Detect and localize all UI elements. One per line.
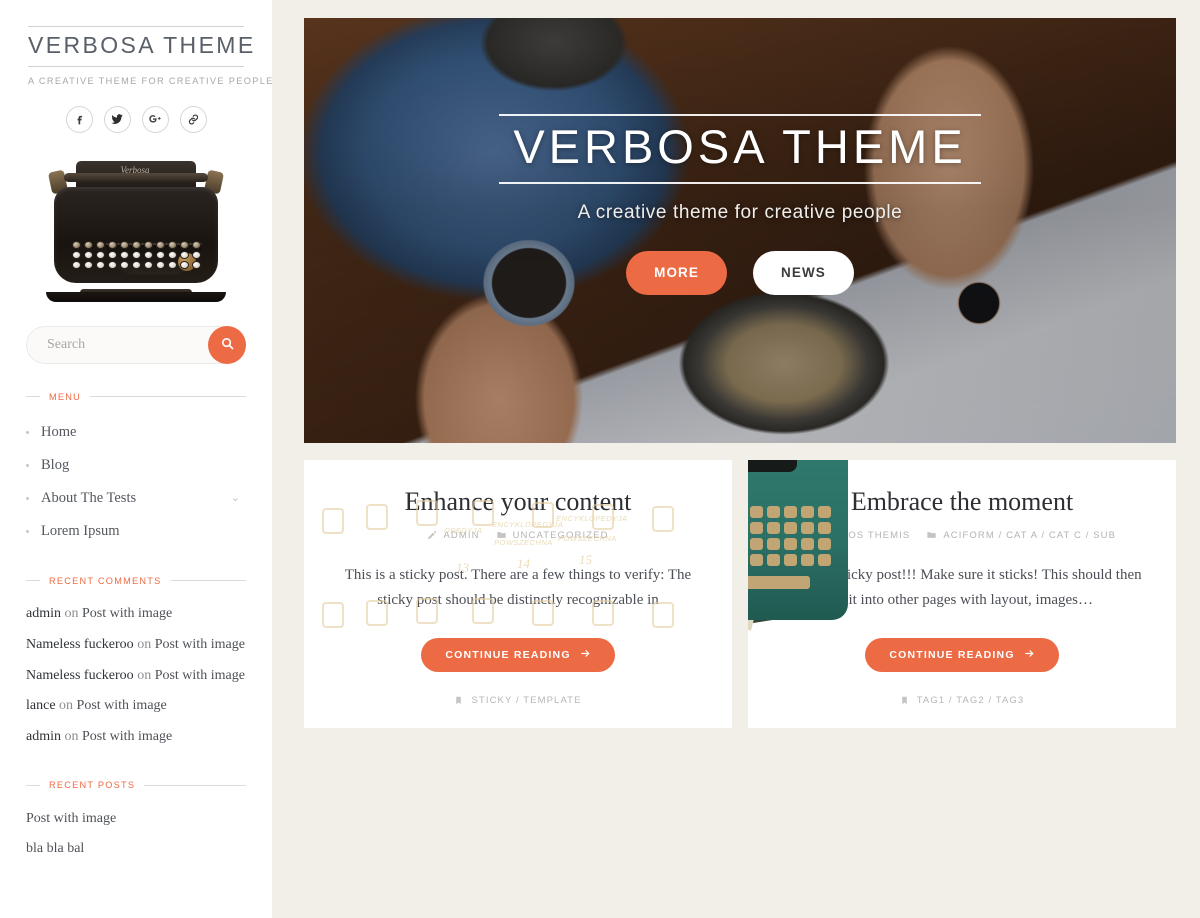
- post-category-names: ACIFORM / CAT A / CAT C / SUB: [943, 529, 1117, 541]
- hero-title: VERBOSA THEME: [499, 114, 981, 184]
- bullet-icon: [26, 529, 29, 533]
- typewriter-illustration: Verbosa: [36, 149, 236, 304]
- hero-banner: VERBOSA THEME A creative theme for creat…: [304, 18, 1176, 443]
- post-tag-names: TAG1 / TAG2 / TAG3: [916, 695, 1025, 707]
- sidebar: VERBOSA THEME A CREATIVE THEME FOR CREAT…: [0, 0, 272, 918]
- post-tag-names: STICKY / TEMPLATE: [471, 695, 582, 707]
- comment-author: Nameless fuckeroo: [26, 636, 134, 652]
- post-categories[interactable]: ACIFORM / CAT A / CAT C / SUB: [926, 530, 1116, 541]
- post-tags[interactable]: TAG1 / TAG2 / TAG3: [776, 695, 1148, 706]
- menu-widget: MENU Home Blog About The Tests ⌄ Lorem I…: [26, 392, 246, 548]
- typewriter-brand-script: Verbosa: [120, 164, 150, 175]
- list-item[interactable]: Nameless fuckeroo on Post with image: [26, 660, 246, 691]
- list-item[interactable]: Post with image: [26, 803, 246, 834]
- menu-widget-title: MENU: [26, 392, 246, 402]
- arrow-right-icon: [580, 648, 591, 662]
- page-root: VERBOSA THEME A CREATIVE THEME FOR CREAT…: [0, 0, 1200, 918]
- hero-subtitle: A creative theme for creative people: [577, 201, 903, 223]
- post-grid: ENCYKLOPEDYJA POWSZECHNA 14 ENCYKLOPEDYJ…: [304, 460, 1176, 729]
- search-icon: [220, 336, 235, 354]
- typewriter-base: [46, 291, 226, 302]
- social-link-facebook[interactable]: [65, 105, 93, 133]
- post-card: ENCYKLOPEDYJA POWSZECHNA 14 ENCYKLOPEDYJ…: [304, 460, 732, 729]
- comment-post-title: Post with image: [154, 636, 245, 652]
- comment-on-label: on: [61, 729, 82, 744]
- comment-post-title: Post with image: [82, 729, 173, 744]
- tag-icon: [900, 695, 909, 706]
- comment-author: lance: [26, 698, 56, 714]
- sidebar-item-label: Lorem Ipsum: [41, 522, 120, 539]
- list-item[interactable]: bla bla bal: [26, 834, 246, 865]
- social-links: [26, 105, 246, 133]
- twitter-icon: [110, 112, 124, 126]
- facebook-icon: [73, 113, 86, 126]
- list-item[interactable]: lance on Post with image: [26, 691, 246, 722]
- chevron-down-icon[interactable]: ⌄: [231, 492, 240, 504]
- continue-reading-label: CONTINUE READING: [889, 649, 1015, 662]
- bullet-icon: [26, 496, 29, 500]
- recent-comments-list: admin on Post with image Nameless fucker…: [26, 599, 246, 752]
- recent-posts-list: Post with image bla bla bal: [26, 803, 246, 864]
- comment-post-title: Post with image: [76, 698, 167, 714]
- hero-content: VERBOSA THEME A creative theme for creat…: [304, 114, 1176, 295]
- comment-post-title: Post with image: [82, 606, 173, 622]
- sidebar-item-lorem-ipsum[interactable]: Lorem Ipsum: [26, 515, 246, 548]
- post-body: Enhance your content ADMIN UNCATEGORIZED…: [304, 460, 732, 728]
- hero-actions: MORE NEWS: [304, 250, 1176, 295]
- list-item[interactable]: admin on Post with image: [26, 722, 246, 753]
- sidebar-item-label: About The Tests: [41, 489, 137, 506]
- sidebar-item-label: Home: [41, 423, 77, 440]
- comment-author: admin: [26, 606, 61, 622]
- typewriter-key-row: [71, 240, 201, 249]
- typewriter-logo-image: Verbosa: [26, 149, 246, 304]
- comment-on-label: on: [133, 636, 155, 652]
- main-content: VERBOSA THEME A creative theme for creat…: [272, 0, 1200, 918]
- search-submit-button[interactable]: [208, 325, 246, 364]
- folder-icon: [926, 530, 937, 540]
- continue-reading-label: CONTINUE READING: [445, 649, 571, 662]
- sidebar-item-home[interactable]: Home: [26, 416, 246, 449]
- bullet-icon: [26, 430, 29, 434]
- google-plus-icon: [148, 112, 162, 126]
- continue-reading-button[interactable]: CONTINUE READING: [421, 638, 615, 673]
- link-icon: [187, 113, 200, 126]
- social-link-website[interactable]: [179, 105, 207, 133]
- post-card: Embrace the moment DEMOS THEMIS ACIFORM …: [748, 460, 1176, 729]
- recent-comments-widget: RECENT COMMENTS admin on Post with image…: [26, 576, 246, 752]
- social-link-twitter[interactable]: [103, 105, 131, 133]
- arrow-right-icon: [1024, 648, 1035, 662]
- social-link-google-plus[interactable]: [141, 105, 169, 133]
- list-item[interactable]: admin on Post with image: [26, 599, 246, 630]
- site-branding: VERBOSA THEME A CREATIVE THEME FOR CREAT…: [26, 26, 272, 86]
- bullet-icon: [26, 463, 29, 467]
- recent-comments-title: RECENT COMMENTS: [26, 576, 246, 586]
- comment-on-label: on: [55, 698, 77, 714]
- tag-icon: [454, 695, 463, 706]
- comment-author: Nameless fuckeroo: [26, 667, 134, 683]
- comment-post-title: Post with image: [154, 667, 245, 683]
- continue-reading-button[interactable]: CONTINUE READING: [865, 638, 1059, 673]
- typewriter-key-row: [71, 250, 201, 259]
- news-button[interactable]: NEWS: [753, 250, 854, 295]
- typewriter-keys: [64, 240, 208, 275]
- list-item[interactable]: Nameless fuckeroo on Post with image: [26, 629, 246, 660]
- sidebar-menu: Home Blog About The Tests ⌄ Lorem Ipsum: [26, 416, 246, 548]
- sidebar-item-about-the-tests[interactable]: About The Tests ⌄: [26, 482, 246, 515]
- post-tags[interactable]: STICKY / TEMPLATE: [332, 695, 704, 706]
- site-title[interactable]: VERBOSA THEME: [28, 26, 253, 67]
- typewriter-key-row: [71, 260, 201, 269]
- comment-on-label: on: [133, 667, 155, 683]
- comment-on-label: on: [61, 606, 82, 622]
- recent-posts-widget: RECENT POSTS Post with image bla bla bal: [26, 780, 246, 864]
- more-button[interactable]: MORE: [626, 250, 727, 295]
- sidebar-item-label: Blog: [41, 456, 70, 473]
- recent-posts-title: RECENT POSTS: [26, 780, 246, 790]
- search-form: [26, 325, 246, 364]
- site-tagline: A CREATIVE THEME FOR CREATIVE PEOPLE: [28, 75, 272, 86]
- pencil-icon: [427, 530, 437, 540]
- sidebar-item-blog[interactable]: Blog: [26, 449, 246, 482]
- comment-author: admin: [26, 729, 61, 744]
